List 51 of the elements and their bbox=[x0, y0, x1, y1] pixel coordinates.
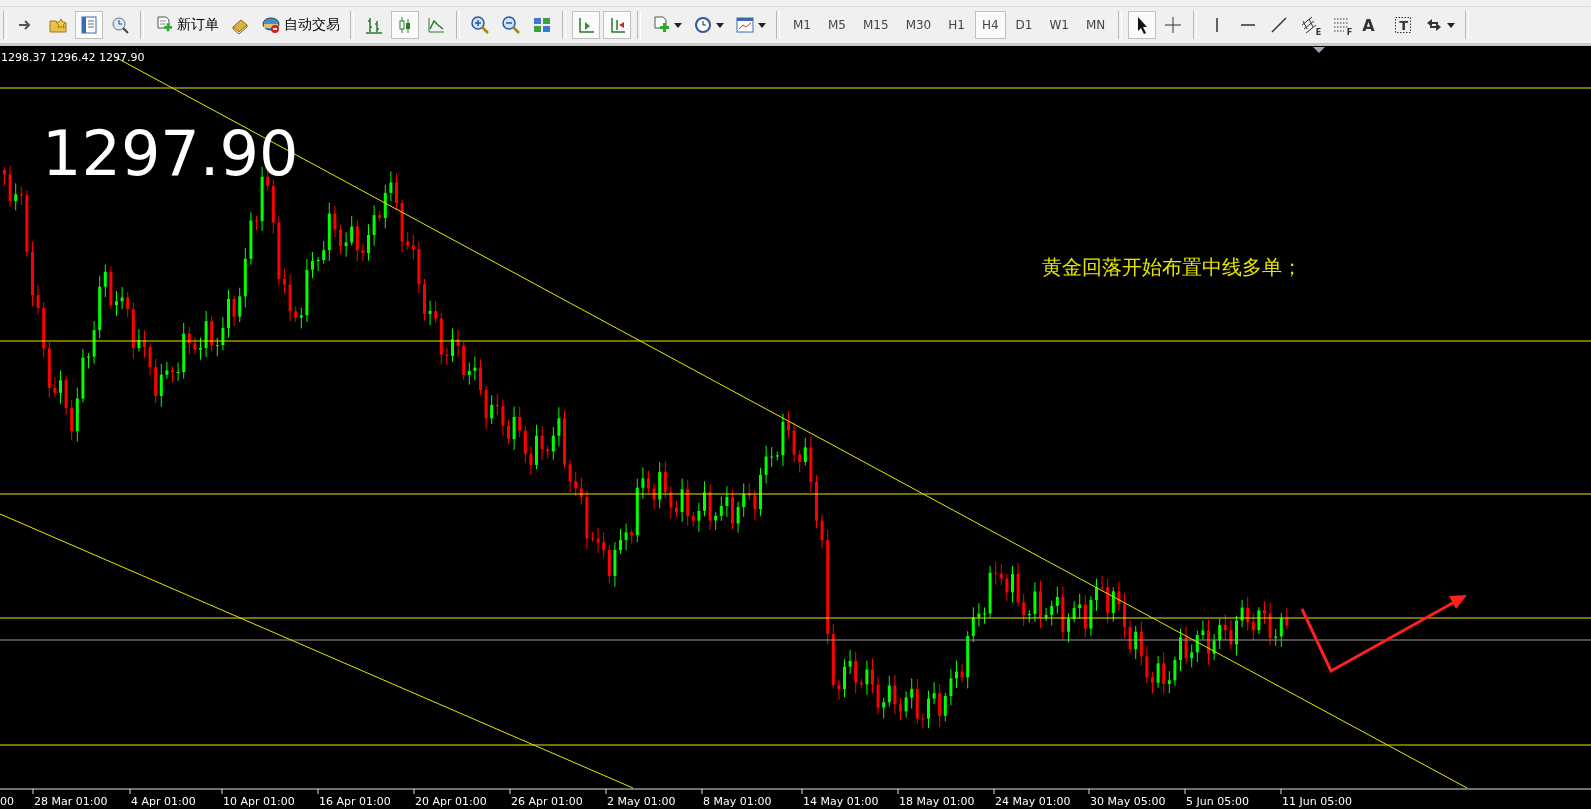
toolbar-button[interactable] bbox=[1128, 11, 1157, 39]
toolbar-button[interactable]: T bbox=[1389, 11, 1418, 39]
time-axis-label: 18 May 01:00 bbox=[899, 795, 975, 808]
toolbar-button[interactable]: 自动交易 bbox=[257, 11, 344, 39]
dotted-frame-icon bbox=[1393, 15, 1414, 35]
time-axis-label: 24 May 01:00 bbox=[995, 795, 1071, 808]
autoscroll-icon bbox=[576, 15, 596, 35]
toolbar-button[interactable]: E bbox=[1296, 11, 1325, 39]
line-chart-icon bbox=[426, 15, 446, 35]
time-axis-label: 4 Apr 01:00 bbox=[131, 795, 196, 808]
ohlc-readout: 1298.37 1296.42 1297.90 bbox=[1, 51, 145, 64]
time-axis-label: 16 Apr 01:00 bbox=[319, 795, 391, 808]
time-axis-label: 5 Jun 05:00 bbox=[1186, 795, 1249, 808]
timeframe-button[interactable]: W1 bbox=[1042, 11, 1076, 39]
bar-chart-icon bbox=[364, 15, 384, 35]
time-axis-label: 30 May 05:00 bbox=[1090, 795, 1166, 808]
time-axis-label: 20 Apr 01:00 bbox=[415, 795, 487, 808]
time-axis-label: 26 Apr 01:00 bbox=[511, 795, 583, 808]
vertical-line-icon bbox=[1216, 18, 1219, 32]
time-axis-label: 10 Apr 01:00 bbox=[223, 795, 295, 808]
chart-template-icon bbox=[735, 15, 755, 35]
time-axis-label: 8 May 01:00 bbox=[703, 795, 772, 808]
clock-icon bbox=[693, 15, 713, 35]
trend-line-icon bbox=[1269, 15, 1290, 35]
timeframe-button[interactable]: H4 bbox=[974, 11, 1006, 39]
timeframe-button[interactable]: MN bbox=[1078, 11, 1113, 39]
window-icon bbox=[79, 15, 99, 35]
helmet-icon bbox=[261, 15, 281, 35]
tile-windows-icon bbox=[532, 15, 552, 35]
document-plus-icon bbox=[651, 15, 671, 35]
timeframe-button[interactable]: D1 bbox=[1008, 11, 1040, 39]
price-label: 1297.90 bbox=[42, 117, 299, 190]
crosshair-icon bbox=[1163, 15, 1184, 35]
toolbar-button[interactable]: F bbox=[1327, 11, 1356, 39]
timeframe-button[interactable]: M1 bbox=[786, 11, 818, 39]
toolbar-button[interactable]: 新订单 bbox=[150, 11, 223, 39]
time-axis-label: 28 Mar 01:00 bbox=[34, 795, 108, 808]
timeframe-button[interactable]: H1 bbox=[941, 11, 972, 39]
zoom-in-icon bbox=[470, 15, 490, 35]
clock-magnifier-icon bbox=[110, 15, 130, 35]
time-axis-label: 11 Jun 05:00 bbox=[1282, 795, 1352, 808]
toolbar-button[interactable]: A bbox=[1358, 11, 1387, 39]
timeframe-button[interactable]: M15 bbox=[856, 11, 896, 39]
time-axis-label: 00 bbox=[0, 795, 14, 808]
zoom-out-icon bbox=[501, 15, 521, 35]
chart-note: 黄金回落开始布置中线多单； bbox=[1042, 255, 1302, 279]
timeframe-button[interactable]: M30 bbox=[898, 11, 939, 39]
timeframe-button[interactable]: M5 bbox=[821, 11, 853, 39]
horizontal-line-icon bbox=[1241, 24, 1256, 26]
time-axis-label: 2 May 01:00 bbox=[607, 795, 676, 808]
time-axis-label: 14 May 01:00 bbox=[803, 795, 879, 808]
